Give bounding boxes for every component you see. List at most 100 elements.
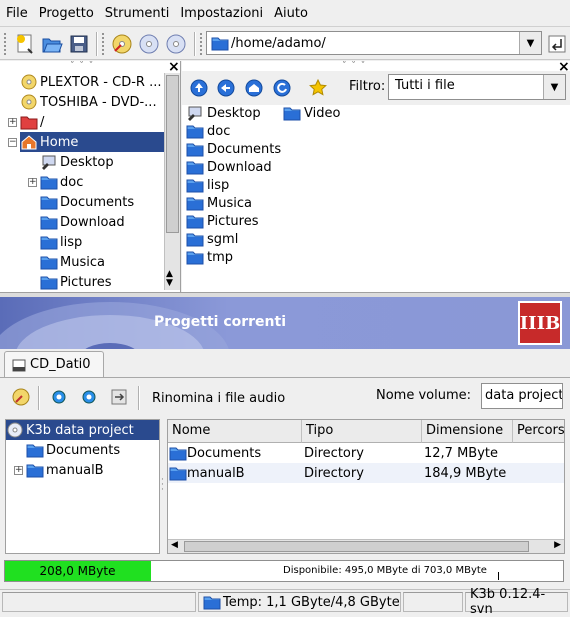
table-row[interactable]: Documents Directory 12,7 MByte <box>168 443 564 463</box>
file-item-tmp[interactable]: tmp <box>185 248 233 266</box>
file-item-documents[interactable]: Documents <box>185 140 281 158</box>
back-arrow-icon[interactable] <box>217 79 235 97</box>
go-arrow-icon <box>548 35 566 53</box>
settings-button[interactable] <box>76 384 102 410</box>
tree-item-label: Documents <box>46 442 121 458</box>
scrollbar-thumb[interactable] <box>184 541 529 552</box>
table-row[interactable]: manualB Directory 184,9 MByte <box>168 463 564 483</box>
tree-item-documents[interactable]: Documents <box>40 192 134 212</box>
scroll-left-icon[interactable]: ◀ <box>171 540 178 550</box>
path-combobox[interactable]: /home/adamo/ ▼ <box>206 31 542 55</box>
pane-grip[interactable]: ˚ ˚ ˚ <box>70 61 94 71</box>
desktop-icon <box>188 106 202 121</box>
scroll-right-icon[interactable]: ▶ <box>554 540 561 550</box>
capacity-bar[interactable]: 208,0 MByte Disponibile: 495,0 MByte di … <box>4 560 564 582</box>
menu-aiuto[interactable]: Aiuto <box>270 6 312 21</box>
tree-item-label: manualB <box>46 462 104 478</box>
splitter-handle[interactable]: · · · <box>161 476 164 495</box>
column-header-tipo[interactable]: Tipo <box>302 420 422 443</box>
toolbar-grip[interactable] <box>101 32 105 56</box>
save-icon <box>70 35 88 53</box>
folder-icon <box>40 274 58 290</box>
burn-project-button[interactable] <box>8 384 34 410</box>
project-view: Rinomina i file audio Nome volume: data … <box>0 377 570 557</box>
volume-name-input[interactable]: data project <box>481 383 563 409</box>
new-project-button[interactable] <box>12 31 38 57</box>
cd-copy-button[interactable] <box>136 31 162 57</box>
file-item-desktop[interactable]: Desktop <box>185 104 261 122</box>
new-project-icon <box>17 34 33 54</box>
folder-icon <box>40 214 58 230</box>
cd-burn-button[interactable] <box>109 31 135 57</box>
status-message <box>2 592 196 612</box>
tree-item-manualb[interactable]: manualB <box>26 460 104 480</box>
open-icon <box>42 38 63 53</box>
expand-icon[interactable]: + <box>8 118 17 127</box>
toolbar-grip[interactable] <box>3 32 7 56</box>
properties-button[interactable] <box>46 384 72 410</box>
project-tree: K3b data project Documents + manualB <box>5 419 160 554</box>
file-item-doc[interactable]: doc <box>185 122 230 140</box>
tab-cd-dati0[interactable]: CD_Dati0 <box>4 351 104 377</box>
file-item-video[interactable]: Video <box>282 104 340 122</box>
tree-item-label: Musica <box>60 254 105 270</box>
home-icon <box>21 135 37 150</box>
tree-item-musica[interactable]: Musica <box>40 252 105 272</box>
chevron-down-icon[interactable]: ▼ <box>543 75 565 99</box>
file-item-label: Desktop <box>207 105 261 121</box>
tree-item-k3b-project[interactable]: K3b data project <box>6 420 159 440</box>
import-icon <box>111 389 127 405</box>
capacity-marker <box>498 572 499 580</box>
go-path-button[interactable] <box>544 31 570 57</box>
filter-combobox[interactable]: Tutti i file ▼ <box>388 74 566 100</box>
tree-item-lisp[interactable]: lisp <box>40 232 82 252</box>
toolbar-grip[interactable] <box>199 32 203 56</box>
chevron-down-icon[interactable]: ▼ <box>519 32 541 54</box>
file-item-lisp[interactable]: lisp <box>185 176 229 194</box>
tree-item-documents[interactable]: Documents <box>26 440 120 460</box>
tree-item-home[interactable]: Home <box>20 132 164 152</box>
cd-blank-button[interactable] <box>163 31 189 57</box>
open-button[interactable] <box>39 31 65 57</box>
tree-item-download[interactable]: Download <box>40 212 125 232</box>
tree-item-desktop[interactable]: Desktop <box>40 152 114 172</box>
scrollbar-thumb[interactable] <box>166 75 179 233</box>
folder-icon <box>186 123 204 139</box>
bookmark-star-icon[interactable] <box>309 79 327 97</box>
file-item-sgml[interactable]: sgml <box>185 230 238 248</box>
folder-icon <box>40 174 58 190</box>
scroll-arrows-icon[interactable]: ▲ ▼ <box>166 270 173 288</box>
rename-audio-button[interactable]: Rinomina i file audio <box>152 391 285 406</box>
tree-item-toshiba[interactable]: TOSHIBA - DVD-... <box>20 92 157 112</box>
expand-icon[interactable]: + <box>28 178 37 187</box>
file-item-label: Pictures <box>207 213 259 229</box>
up-arrow-icon[interactable] <box>190 79 208 97</box>
reload-icon[interactable] <box>273 79 291 97</box>
home-nav-icon[interactable] <box>245 79 263 97</box>
menu-impostazioni[interactable]: Impostazioni <box>176 6 267 21</box>
tree-item-root[interactable]: / <box>20 112 44 132</box>
column-header-percorso[interactable]: Percors <box>513 420 564 443</box>
vertical-scrollbar[interactable]: ▲ ▼ <box>164 73 180 290</box>
file-item-download[interactable]: Download <box>185 158 272 176</box>
horizontal-scrollbar[interactable]: ◀ ▶ <box>168 539 564 553</box>
menu-progetto[interactable]: Progetto <box>35 6 98 21</box>
file-item-label: Musica <box>207 195 252 211</box>
save-button[interactable] <box>66 31 92 57</box>
expand-icon[interactable]: + <box>14 466 23 475</box>
tree-item-pictures[interactable]: Pictures <box>40 272 111 292</box>
tree-item-label: PLEXTOR - CD-R ... <box>40 74 162 90</box>
column-header-nome[interactable]: Nome <box>168 420 302 443</box>
tree-item-plextor[interactable]: PLEXTOR - CD-R ... <box>20 72 161 92</box>
tree-item-doc[interactable]: doc <box>40 172 83 192</box>
menu-strumenti[interactable]: Strumenti <box>101 6 174 21</box>
file-item-musica[interactable]: Musica <box>185 194 252 212</box>
project-tabbar: CD_Dati0 <box>0 349 570 377</box>
file-item-pictures[interactable]: Pictures <box>185 212 258 230</box>
import-session-button[interactable] <box>106 384 132 410</box>
column-header-dimensione[interactable]: Dimensione <box>422 420 513 443</box>
menu-file[interactable]: File <box>2 6 32 21</box>
collapse-icon[interactable]: − <box>8 138 17 147</box>
pane-grip[interactable]: ˚ ˚ ˚ <box>342 61 366 71</box>
toolbar-separator <box>38 386 40 410</box>
